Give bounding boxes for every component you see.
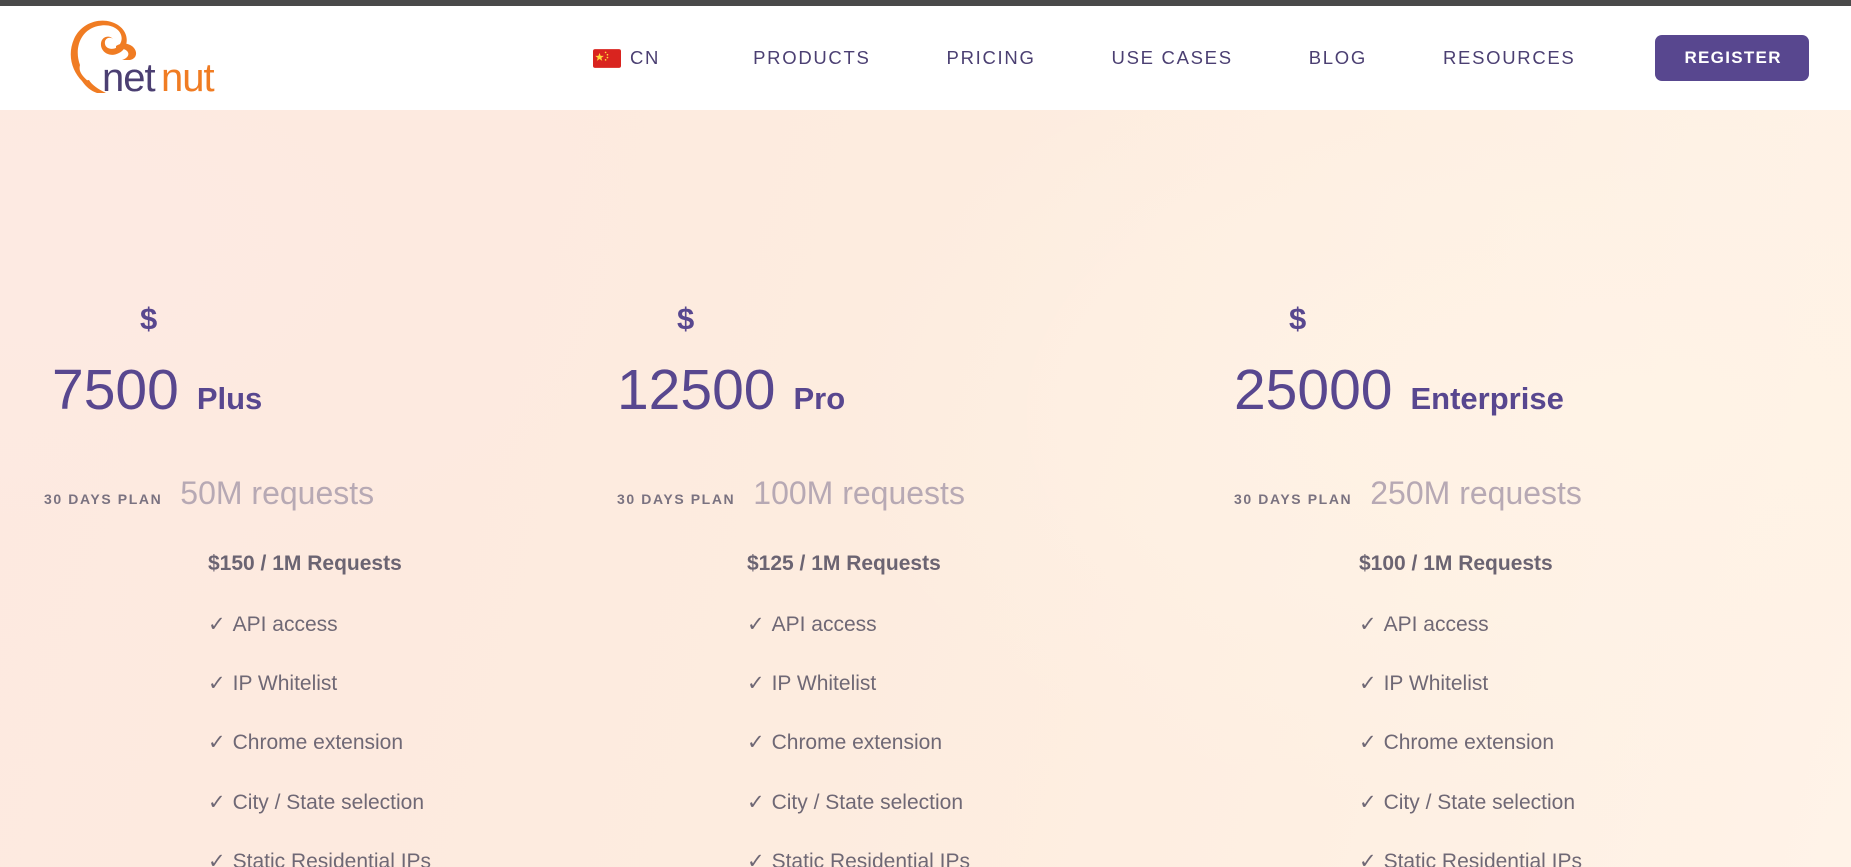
plan-rate-title: $125 / 1M Requests: [746, 552, 941, 575]
plan-rate-title: $100 / 1M Requests: [1358, 552, 1553, 575]
feature-list-item: ✓ City / State selection: [1359, 785, 1689, 821]
feature-label: City / State selection: [232, 790, 425, 814]
svg-text:net: net: [102, 56, 155, 97]
squirrel-logo-icon: net nut: [70, 20, 215, 97]
netnut-logo[interactable]: net nut: [58, 6, 248, 110]
plan-name: Enterprise: [1410, 381, 1564, 416]
nav-language-label: CN: [630, 47, 661, 68]
feature-label: Static Residential IPs: [771, 849, 971, 867]
nav-item-resources[interactable]: RESOURCES: [1405, 47, 1614, 69]
plan-features: $125 / 1M Requests ✓ API access ✓ IP White…: [747, 551, 1077, 867]
pricing-section: $ 7500 Plus 30 DAYS PLAN 50M requests $1…: [0, 110, 1851, 867]
plan-period-label: 30 DAYS PLAN: [44, 491, 163, 507]
check-icon: ✓: [208, 849, 226, 867]
nav-item-use-cases[interactable]: USE CASES: [1074, 47, 1271, 69]
check-icon: ✓: [208, 672, 226, 696]
feature-label: IP Whitelist: [232, 672, 338, 696]
feature-label: Chrome extension: [1383, 731, 1554, 755]
feature-list-item: ✓ IP Whitelist: [747, 666, 1077, 702]
check-icon: ✓: [208, 790, 226, 814]
plan-requests-label: 50M requests: [180, 475, 375, 511]
check-icon: ✓: [1358, 613, 1377, 637]
nav-language-switcher[interactable]: CN: [593, 47, 715, 69]
plan-period-label: 30 DAYS PLAN: [616, 491, 736, 507]
feature-list-item: ✓ Static Residential IPs: [747, 844, 1077, 867]
plan-requests-label: 100M requests: [753, 475, 965, 511]
nav-item-blog[interactable]: BLOG: [1271, 47, 1405, 69]
plan-subtitle-row: 30 DAYS PLAN 50M requests: [44, 477, 374, 509]
plan-subtitle-row: 30 DAYS PLAN 250M requests: [1234, 477, 1582, 509]
feature-list-item: ✓ IP Whitelist: [1359, 666, 1689, 702]
feature-list-item: ✓ Static Residential IPs: [208, 844, 538, 867]
nav-item-products[interactable]: PRODUCTS: [715, 47, 908, 69]
plan-features: $150 / 1M Requests ✓ API access ✓ IP White…: [208, 551, 538, 867]
check-icon: ✓: [208, 731, 226, 755]
plan-features: $100 / 1M Requests ✓ API access ✓ IP White…: [1359, 551, 1689, 867]
feature-list-item: ✓ API access: [1359, 607, 1689, 643]
currency-symbol: $: [140, 301, 158, 336]
feature-label: City / State selection: [771, 790, 964, 814]
check-icon: ✓: [746, 731, 765, 755]
feature-list-item: ✓ Chrome extension: [208, 725, 538, 761]
check-icon: ✓: [746, 613, 765, 637]
currency-symbol: $: [676, 301, 695, 336]
feature-label: City / State selection: [1383, 790, 1575, 814]
feature-list-item: ✓ API access: [747, 607, 1077, 643]
feature-list-item: ✓ API access: [208, 607, 538, 643]
plan-subtitle-row: 30 DAYS PLAN 100M requests: [617, 477, 965, 509]
plan-rate-title: $150 / 1M Requests: [208, 552, 402, 575]
feature-label: API access: [232, 613, 338, 637]
feature-list-item: ✓ Chrome extension: [747, 725, 1077, 761]
feature-label: IP Whitelist: [1383, 672, 1489, 696]
check-icon: ✓: [208, 613, 226, 637]
site-header: net nut CN PRODUCTS PRICING USE CASES BL…: [0, 6, 1851, 110]
check-icon: ✓: [746, 672, 765, 696]
register-button[interactable]: REGISTER: [1655, 35, 1809, 81]
plan-name: Plus: [196, 381, 263, 416]
plan-price-amount: 12500: [616, 358, 776, 422]
plan-price-row: 25000 Enterprise: [1234, 362, 1564, 419]
check-icon: ✓: [746, 790, 765, 814]
plan-price-row: 12500 Pro: [617, 362, 845, 419]
feature-list-item: ✓ Chrome extension: [1359, 725, 1689, 761]
feature-list-item: ✓ City / State selection: [747, 785, 1077, 821]
plan-price-amount: 7500: [52, 358, 179, 422]
check-icon: ✓: [746, 849, 765, 867]
feature-label: Static Residential IPs: [232, 849, 432, 867]
plan-price-row: 7500 Plus: [52, 362, 262, 419]
feature-list-item: ✓ IP Whitelist: [208, 666, 538, 702]
china-flag-icon: [593, 48, 621, 68]
feature-label: Chrome extension: [232, 731, 404, 755]
currency-symbol: $: [1288, 301, 1307, 336]
nav-item-pricing[interactable]: PRICING: [909, 47, 1074, 69]
check-icon: ✓: [1358, 731, 1377, 755]
primary-navigation: CN PRODUCTS PRICING USE CASES BLOG RESOU…: [593, 35, 1809, 81]
feature-list-item: ✓ Static Residential IPs: [1359, 844, 1689, 867]
feature-list-item: ✓ City / State selection: [208, 785, 538, 821]
plan-price-amount: 25000: [1233, 358, 1393, 422]
svg-text:nut: nut: [161, 56, 214, 97]
feature-label: IP Whitelist: [771, 672, 877, 696]
plan-requests-label: 250M requests: [1370, 475, 1582, 511]
check-icon: ✓: [1358, 849, 1377, 867]
feature-label: API access: [1383, 613, 1489, 637]
check-icon: ✓: [1358, 672, 1377, 696]
plan-name: Pro: [793, 381, 846, 416]
check-icon: ✓: [1358, 790, 1377, 814]
feature-label: Chrome extension: [771, 731, 943, 755]
plan-period-label: 30 DAYS PLAN: [1233, 491, 1353, 507]
feature-label: API access: [771, 613, 877, 637]
feature-label: Static Residential IPs: [1383, 849, 1583, 867]
